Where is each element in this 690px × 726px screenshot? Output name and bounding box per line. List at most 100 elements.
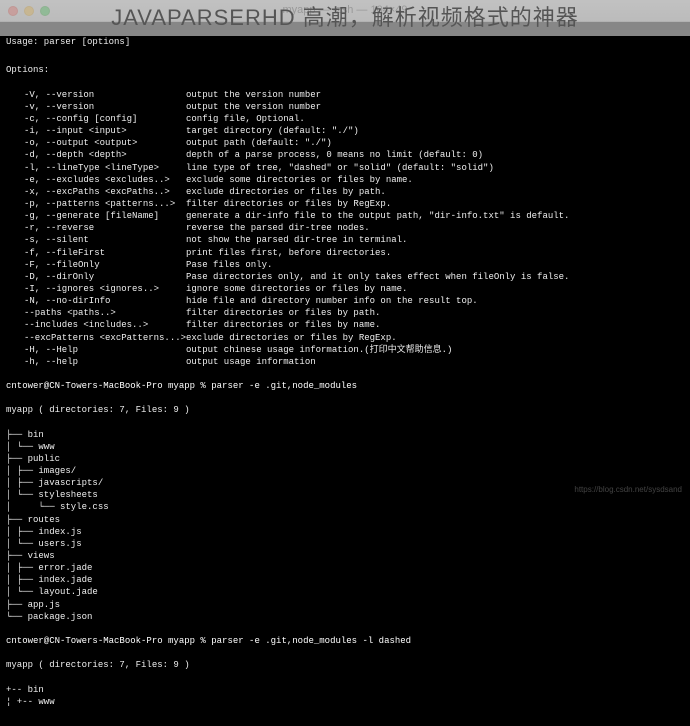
tree-line: ├── views — [6, 550, 684, 562]
option-desc: hide file and directory number info on t… — [186, 295, 684, 307]
option-row: -V, --versionoutput the version number — [6, 89, 684, 101]
option-desc: ignore some directories or files by name… — [186, 283, 684, 295]
option-row: -c, --config [config]config file, Option… — [6, 113, 684, 125]
option-flag: -h, --help — [6, 356, 186, 368]
option-flag: -H, --Help — [6, 344, 186, 356]
option-row: -h, --helpoutput usage information — [6, 356, 684, 368]
option-desc: Pase directories only, and it only takes… — [186, 271, 684, 283]
usage-line: Usage: parser [options] — [6, 36, 684, 48]
option-flag: -D, --dirOnly — [6, 271, 186, 283]
tree1: ├── bin│ └── www├── public│ ├── images/ │… — [6, 429, 684, 623]
option-flag: -v, --version — [6, 101, 186, 113]
option-row: -x, --excPaths <excPaths..>exclude direc… — [6, 186, 684, 198]
option-flag: -V, --version — [6, 89, 186, 101]
option-flag: -i, --input <input> — [6, 125, 186, 137]
option-flag: --excPatterns <excPatterns...> — [6, 332, 186, 344]
tree-line: ├── routes — [6, 514, 684, 526]
option-row: -i, --input <input>target directory (def… — [6, 125, 684, 137]
option-row: -d, --depth <depth>depth of a parse proc… — [6, 149, 684, 161]
option-row: -H, --Helpoutput chinese usage informati… — [6, 344, 684, 356]
tree1-header: myapp ( directories: 7, Files: 9 ) — [6, 404, 684, 416]
option-flag: -d, --depth <depth> — [6, 149, 186, 161]
option-flag: -e, --excludes <excludes..> — [6, 174, 186, 186]
option-row: -N, --no-dirInfohide file and directory … — [6, 295, 684, 307]
traffic-lights — [8, 6, 50, 16]
minimize-icon[interactable] — [24, 6, 34, 16]
option-flag: --paths <paths..> — [6, 307, 186, 319]
window-titlebar: myapp — -zsh — 104×49 — [0, 0, 690, 22]
option-desc: exclude directories or files by RegExp. — [186, 332, 684, 344]
option-desc: not show the parsed dir-tree in terminal… — [186, 234, 684, 246]
option-row: -e, --excludes <excludes..>exclude some … — [6, 174, 684, 186]
option-desc: print files first, before directories. — [186, 247, 684, 259]
option-flag: --includes <includes..> — [6, 319, 186, 331]
option-desc: output usage information — [186, 356, 684, 368]
option-desc: filter directories or files by name. — [186, 319, 684, 331]
watermark: https://blog.csdn.net/sysdsand — [574, 485, 682, 496]
option-desc: reverse the parsed dir-tree nodes. — [186, 222, 684, 234]
tree-line: │ ├── images/ — [6, 465, 684, 477]
option-row: --includes <includes..>filter directorie… — [6, 319, 684, 331]
option-flag: -p, --patterns <patterns...> — [6, 198, 186, 210]
option-row: -p, --patterns <patterns...>filter direc… — [6, 198, 684, 210]
tree-line: └── package.json — [6, 611, 684, 623]
option-flag: -I, --ignores <ignores..> — [6, 283, 186, 295]
option-flag: -N, --no-dirInfo — [6, 295, 186, 307]
tree-line: │ └── layout.jade — [6, 586, 684, 598]
tree2: +-- bin¦ +-- www — [6, 684, 684, 708]
option-flag: -r, --reverse — [6, 222, 186, 234]
tree-line: │ └── style.css — [6, 501, 684, 513]
tree-line: ├── app.js — [6, 599, 684, 611]
tree-line: ¦ +-- www — [6, 696, 684, 708]
zoom-icon[interactable] — [40, 6, 50, 16]
option-flag: -c, --config [config] — [6, 113, 186, 125]
option-row: -r, --reversereverse the parsed dir-tree… — [6, 222, 684, 234]
tree-line: │ ├── index.jade — [6, 574, 684, 586]
options-header: Options: — [6, 64, 684, 76]
option-desc: exclude some directories or files by nam… — [186, 174, 684, 186]
tree-line: │ └── users.js — [6, 538, 684, 550]
option-flag: -F, --fileOnly — [6, 259, 186, 271]
tree-line: │ └── www — [6, 441, 684, 453]
window-title: myapp — -zsh — 104×49 — [0, 3, 690, 18]
option-row: --excPatterns <excPatterns...>exclude di… — [6, 332, 684, 344]
option-flag: -s, --silent — [6, 234, 186, 246]
command-line-2: cntower@CN-Towers-MacBook-Pro myapp % pa… — [6, 635, 684, 647]
option-row: -f, --fileFirstprint files first, before… — [6, 247, 684, 259]
option-flag: -o, --output <output> — [6, 137, 186, 149]
tree-line: ├── bin — [6, 429, 684, 441]
tree-line: ├── public — [6, 453, 684, 465]
option-desc: exclude directories or files by path. — [186, 186, 684, 198]
option-desc: depth of a parse process, 0 means no lim… — [186, 149, 684, 161]
tree-line: │ ├── error.jade — [6, 562, 684, 574]
option-row: -I, --ignores <ignores..>ignore some dir… — [6, 283, 684, 295]
tree-line: │ ├── index.js — [6, 526, 684, 538]
tree2-header: myapp ( directories: 7, Files: 9 ) — [6, 659, 684, 671]
option-desc: output the version number — [186, 89, 684, 101]
option-desc: Pase files only. — [186, 259, 684, 271]
option-row: -D, --dirOnlyPase directories only, and … — [6, 271, 684, 283]
option-row: -l, --lineType <lineType>line type of tr… — [6, 162, 684, 174]
terminal-output[interactable]: Usage: parser [options] Options: -V, --v… — [0, 22, 690, 726]
option-desc: generate a dir-info file to the output p… — [186, 210, 684, 222]
option-desc: filter directories or files by path. — [186, 307, 684, 319]
option-desc: line type of tree, "dashed" or "solid" (… — [186, 162, 684, 174]
option-desc: filter directories or files by RegExp. — [186, 198, 684, 210]
option-desc: config file, Optional. — [186, 113, 684, 125]
option-row: -g, --generate [fileName]generate a dir-… — [6, 210, 684, 222]
option-flag: -g, --generate [fileName] — [6, 210, 186, 222]
option-row: -v, --versionoutput the version number — [6, 101, 684, 113]
option-desc: output the version number — [186, 101, 684, 113]
option-row: --paths <paths..>filter directories or f… — [6, 307, 684, 319]
option-flag: -l, --lineType <lineType> — [6, 162, 186, 174]
option-desc: output path (default: "./") — [186, 137, 684, 149]
option-row: -s, --silentnot show the parsed dir-tree… — [6, 234, 684, 246]
command-line-1: cntower@CN-Towers-MacBook-Pro myapp % pa… — [6, 380, 684, 392]
option-desc: output chinese usage information.(打印中文帮助… — [186, 344, 684, 356]
option-flag: -x, --excPaths <excPaths..> — [6, 186, 186, 198]
option-desc: target directory (default: "./") — [186, 125, 684, 137]
tree-line: +-- bin — [6, 684, 684, 696]
option-row: -F, --fileOnlyPase files only. — [6, 259, 684, 271]
close-icon[interactable] — [8, 6, 18, 16]
options-list: -V, --versionoutput the version number-v… — [6, 89, 684, 368]
